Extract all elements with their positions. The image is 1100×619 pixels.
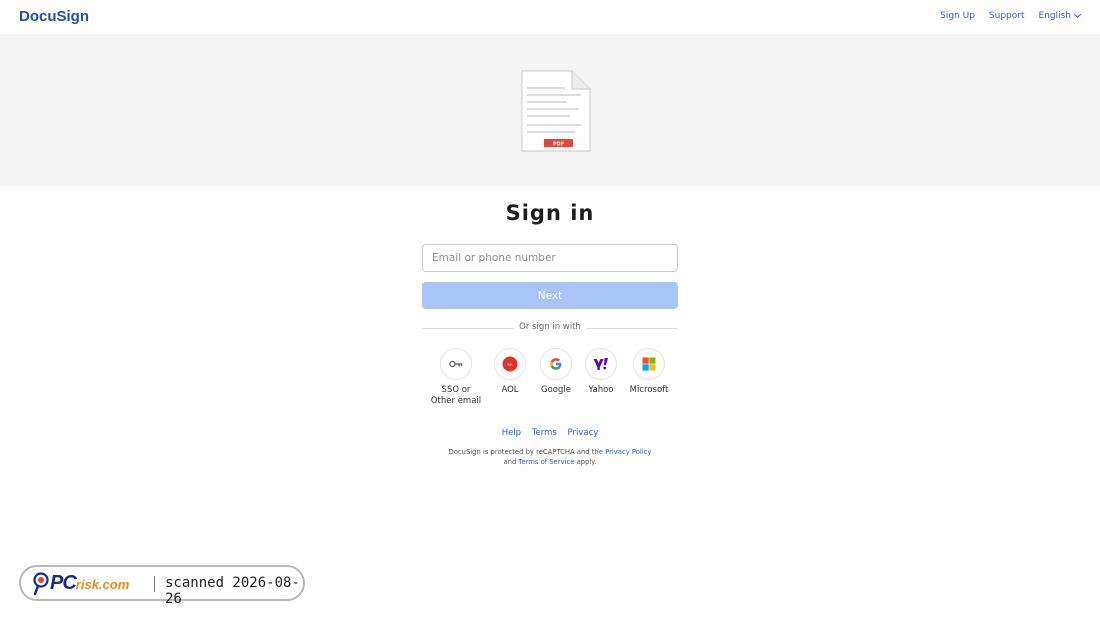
support-link[interactable]: Support bbox=[989, 11, 1025, 21]
recaptcha-notice: DocuSign is protected by reCAPTCHA and t… bbox=[0, 448, 1100, 467]
microsoft-circle[interactable] bbox=[633, 348, 665, 380]
yahoo-icon bbox=[593, 358, 608, 370]
pcrisk-watermark: PCrisk.com scanned 2026-08-26 bbox=[19, 565, 305, 607]
sso-circle[interactable] bbox=[440, 348, 472, 380]
recaptcha-and: and bbox=[503, 457, 517, 466]
chevron-down-icon bbox=[1073, 10, 1082, 19]
microsoft-label: Microsoft bbox=[629, 385, 669, 395]
pcrisk-brand-main: PC bbox=[50, 572, 77, 594]
key-icon bbox=[449, 360, 463, 368]
microsoft-provider-button[interactable]: Microsoft bbox=[619, 348, 679, 396]
language-label: English bbox=[1038, 11, 1072, 21]
watermark-separator bbox=[154, 576, 155, 592]
scanned-date: scanned 2026-08-26 bbox=[165, 575, 300, 607]
terms-link[interactable]: Terms bbox=[532, 428, 557, 438]
recaptcha-line-2: and Terms of Service apply. bbox=[0, 458, 1100, 468]
terms-of-service-link[interactable]: Terms of Service bbox=[518, 458, 574, 466]
google-icon bbox=[550, 358, 562, 370]
sso-label: SSO or Other email bbox=[426, 385, 486, 406]
aol-circle[interactable]: Aol. bbox=[494, 348, 526, 380]
or-sign-in-divider: Or sign in with bbox=[422, 322, 678, 334]
email-field[interactable] bbox=[422, 244, 678, 272]
magnifier-icon bbox=[33, 572, 49, 596]
sso-label-line2: Other email bbox=[430, 395, 482, 406]
sso-provider-button[interactable]: SSO or Other email bbox=[426, 348, 486, 406]
pdf-badge: PDF bbox=[553, 142, 564, 148]
recaptcha-suffix: apply. bbox=[576, 457, 597, 466]
top-header: DocuSign Sign Up Support English bbox=[0, 0, 1100, 34]
footer-links: Help Terms Privacy bbox=[0, 428, 1100, 438]
aol-badge-text: Aol. bbox=[507, 362, 513, 366]
header-nav: Sign Up Support English bbox=[940, 10, 1082, 21]
divider-text: Or sign in with bbox=[519, 322, 581, 332]
recaptcha-prefix: DocuSign is protected by reCAPTCHA and t… bbox=[448, 448, 603, 456]
pcrisk-logo: PCrisk.com bbox=[50, 572, 129, 595]
document-preview-band: PDF bbox=[0, 34, 1100, 186]
privacy-policy-link[interactable]: Privacy Policy bbox=[605, 448, 651, 456]
aol-icon: Aol. bbox=[502, 356, 518, 372]
google-circle[interactable] bbox=[540, 348, 572, 380]
recaptcha-line-1: DocuSign is protected by reCAPTCHA and t… bbox=[0, 448, 1100, 458]
language-selector[interactable]: English bbox=[1038, 10, 1082, 21]
yahoo-circle[interactable] bbox=[585, 348, 617, 380]
pdf-document-icon: PDF bbox=[521, 70, 591, 152]
sign-up-link[interactable]: Sign Up bbox=[940, 11, 975, 21]
help-link[interactable]: Help bbox=[502, 428, 521, 438]
privacy-link[interactable]: Privacy bbox=[568, 428, 599, 438]
microsoft-icon bbox=[642, 357, 656, 371]
sso-label-line1: SSO or bbox=[441, 385, 471, 395]
divider-line-right bbox=[586, 328, 678, 329]
next-button[interactable]: Next bbox=[422, 282, 678, 309]
page-title: Sign in bbox=[505, 201, 595, 225]
docusign-logo[interactable]: DocuSign bbox=[19, 8, 89, 25]
pcrisk-brand-suffix: risk.com bbox=[75, 577, 130, 592]
